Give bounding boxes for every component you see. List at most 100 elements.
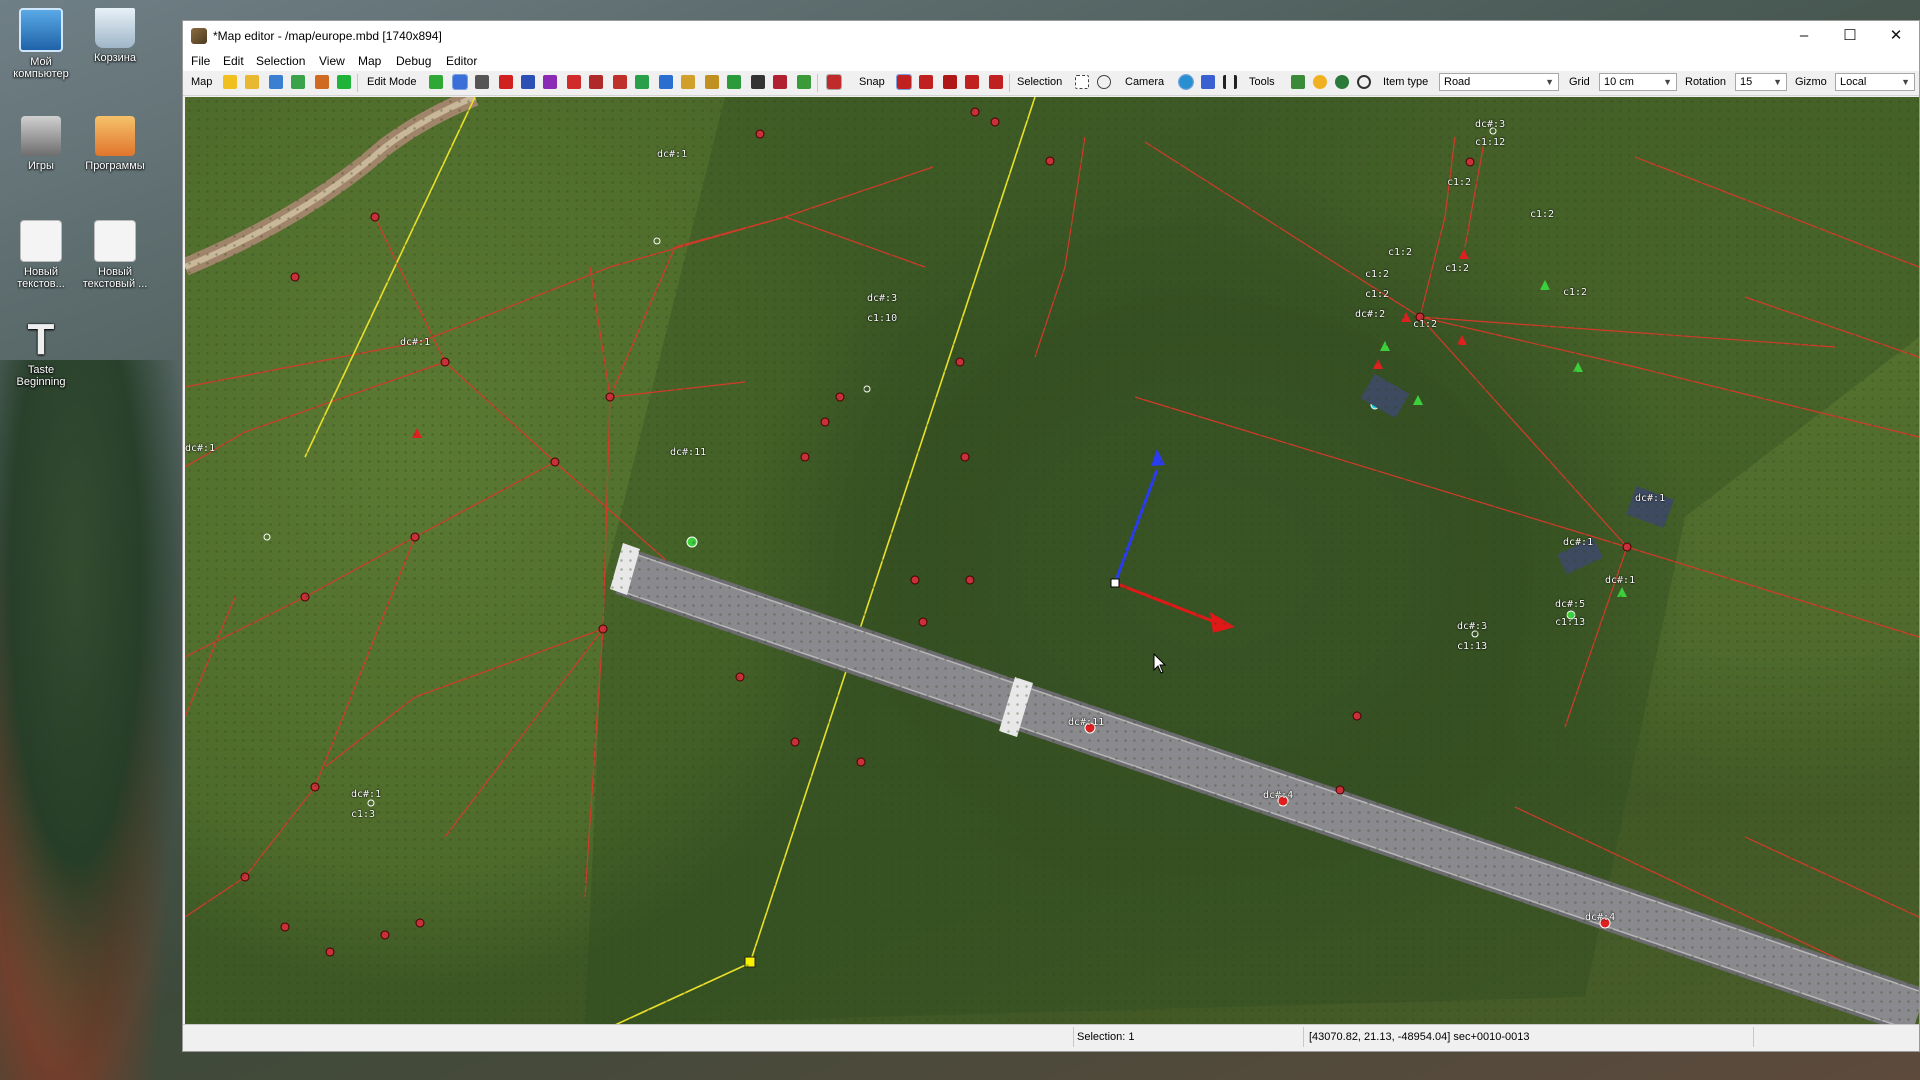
map-label: dc#:4 [1585, 912, 1616, 923]
status-divider [1073, 1027, 1074, 1047]
grid-select[interactable]: 10 cm ▼ [1599, 73, 1677, 91]
snap-magnet-icon[interactable] [896, 74, 912, 90]
map-label: c1:12 [1475, 137, 1506, 148]
tool-icon[interactable] [681, 75, 695, 89]
resize-icon[interactable] [475, 75, 489, 89]
move-arrow-icon[interactable] [452, 74, 468, 90]
gizmo-select[interactable]: Local ▼ [1835, 73, 1915, 91]
computer-icon [19, 8, 63, 52]
desktop-icon-label: Taste Beginning [16, 364, 66, 388]
gizmo-value: Local [1840, 76, 1867, 88]
rotation-select[interactable]: 15 ▼ [1735, 73, 1787, 91]
recycle-bin-icon [95, 8, 135, 48]
desktop-icon-text-doc-1[interactable]: Новый текстов... [2, 220, 80, 290]
help-icon[interactable] [521, 75, 535, 89]
menu-selection[interactable]: Selection [256, 54, 305, 68]
terrain-icon[interactable] [727, 75, 741, 89]
desktop-icon-programs[interactable]: Программы [76, 116, 154, 172]
close-button[interactable]: ✕ [1873, 21, 1919, 51]
snap-magnet-icon-5[interactable] [989, 75, 1003, 89]
map-label: dc#:1 [1635, 493, 1666, 504]
map-label: c1:3 [351, 809, 376, 820]
export-icon[interactable] [291, 75, 305, 89]
desktop-icon-my-computer[interactable]: Мой компьютер [2, 8, 80, 80]
pause-icon[interactable] [1223, 75, 1237, 89]
programs-folder-icon [95, 116, 135, 156]
dirt-road [185, 97, 479, 276]
map-label: c1:2 [1365, 289, 1390, 300]
rect-select-icon[interactable] [1075, 75, 1089, 89]
measure-icon[interactable] [705, 75, 719, 89]
desktop-icon-label: Новый текстов... [17, 266, 65, 290]
map-label: c1:13 [1555, 617, 1586, 628]
title-bar[interactable]: *Map editor - /map/europe.mbd [1740x894]… [183, 21, 1919, 51]
open-folder-icon[interactable] [245, 75, 259, 89]
text-document-icon [20, 220, 62, 262]
item-type-value: Road [1444, 76, 1471, 88]
status-divider [1753, 1027, 1754, 1047]
flag-icon[interactable] [567, 75, 581, 89]
desktop-icon-recycle-bin[interactable]: Корзина [76, 8, 154, 64]
marker-icon[interactable] [589, 75, 603, 89]
window-title: *Map editor - /map/europe.mbd [1740x894] [213, 29, 442, 43]
toolbar-rotation-label: Rotation [1685, 76, 1726, 88]
lasso-select-icon[interactable] [1097, 75, 1111, 89]
map-label: c1:2 [1388, 247, 1413, 258]
menu-edit[interactable]: Edit [223, 54, 244, 68]
desktop-icon-label: Игры [28, 160, 54, 172]
sound-icon[interactable] [826, 74, 842, 90]
map-label: dc#:1 [351, 789, 382, 800]
desktop-icon-shortcut[interactable]: T Taste Beginning [2, 318, 80, 389]
delete-icon[interactable] [499, 75, 513, 89]
map-label: c1:10 [867, 313, 898, 324]
refresh-icon[interactable] [659, 75, 673, 89]
menu-map[interactable]: Map [358, 54, 381, 68]
map-label: dc#:1 [400, 337, 431, 348]
map-label: dc#:4 [1263, 790, 1294, 801]
map-label: dc#:3 [1475, 119, 1506, 130]
item-type-select[interactable]: Road ▼ [1439, 73, 1559, 91]
play-icon[interactable] [337, 75, 351, 89]
minimize-button[interactable]: – [1781, 21, 1827, 51]
menu-file[interactable]: File [191, 54, 210, 68]
forest-shade [585, 97, 1919, 1025]
desktop-icon-games[interactable]: Игры [2, 116, 80, 172]
map-label: dc#:2 [1355, 309, 1386, 320]
desktop-icon-label: Программы [85, 160, 145, 172]
import-icon[interactable] [315, 75, 329, 89]
snap-magnet-icon-4[interactable] [965, 75, 979, 89]
settings-gear-icon[interactable] [1335, 75, 1349, 89]
rotate-icon[interactable] [635, 75, 649, 89]
map-label: c1:2 [1563, 287, 1588, 298]
map-label: dc#:1 [657, 149, 688, 160]
menu-view[interactable]: View [319, 54, 345, 68]
map-viewport[interactable]: dc#:1 dc#:3 c1:10 dc#:1 dc#:1 dc#:11 dc#… [185, 97, 1919, 1025]
rotation-value: 15 [1740, 76, 1753, 88]
vehicle-icon[interactable] [773, 75, 787, 89]
grid-tool-icon[interactable] [1291, 75, 1305, 89]
selected-node [744, 956, 756, 968]
chart-icon[interactable] [797, 75, 811, 89]
desktop-icon-text-doc-2[interactable]: Новый текстовый ... [76, 220, 154, 290]
games-folder-icon [21, 116, 61, 156]
info-icon[interactable] [543, 75, 557, 89]
map-label: dc#:5 [1555, 599, 1586, 610]
favorite-icon[interactable] [223, 75, 237, 89]
map-label: c1:2 [1530, 209, 1555, 220]
rotate-left-icon[interactable] [613, 75, 627, 89]
fly-camera-icon[interactable] [1201, 75, 1215, 89]
map-label: dc#:3 [1457, 621, 1488, 632]
menu-editor[interactable]: Editor [446, 54, 477, 68]
desktop-icon-label: Корзина [94, 52, 136, 64]
toolbar-separator [1009, 74, 1010, 92]
people-icon[interactable] [751, 75, 765, 89]
save-icon[interactable] [269, 75, 283, 89]
add-icon[interactable] [429, 75, 443, 89]
snap-magnet-icon-2[interactable] [919, 75, 933, 89]
menu-debug[interactable]: Debug [396, 54, 431, 68]
search-icon[interactable] [1357, 75, 1371, 89]
sun-icon[interactable] [1313, 75, 1327, 89]
snap-magnet-icon-3[interactable] [943, 75, 957, 89]
globe-icon[interactable] [1178, 74, 1194, 90]
maximize-button[interactable]: ☐ [1827, 21, 1873, 51]
